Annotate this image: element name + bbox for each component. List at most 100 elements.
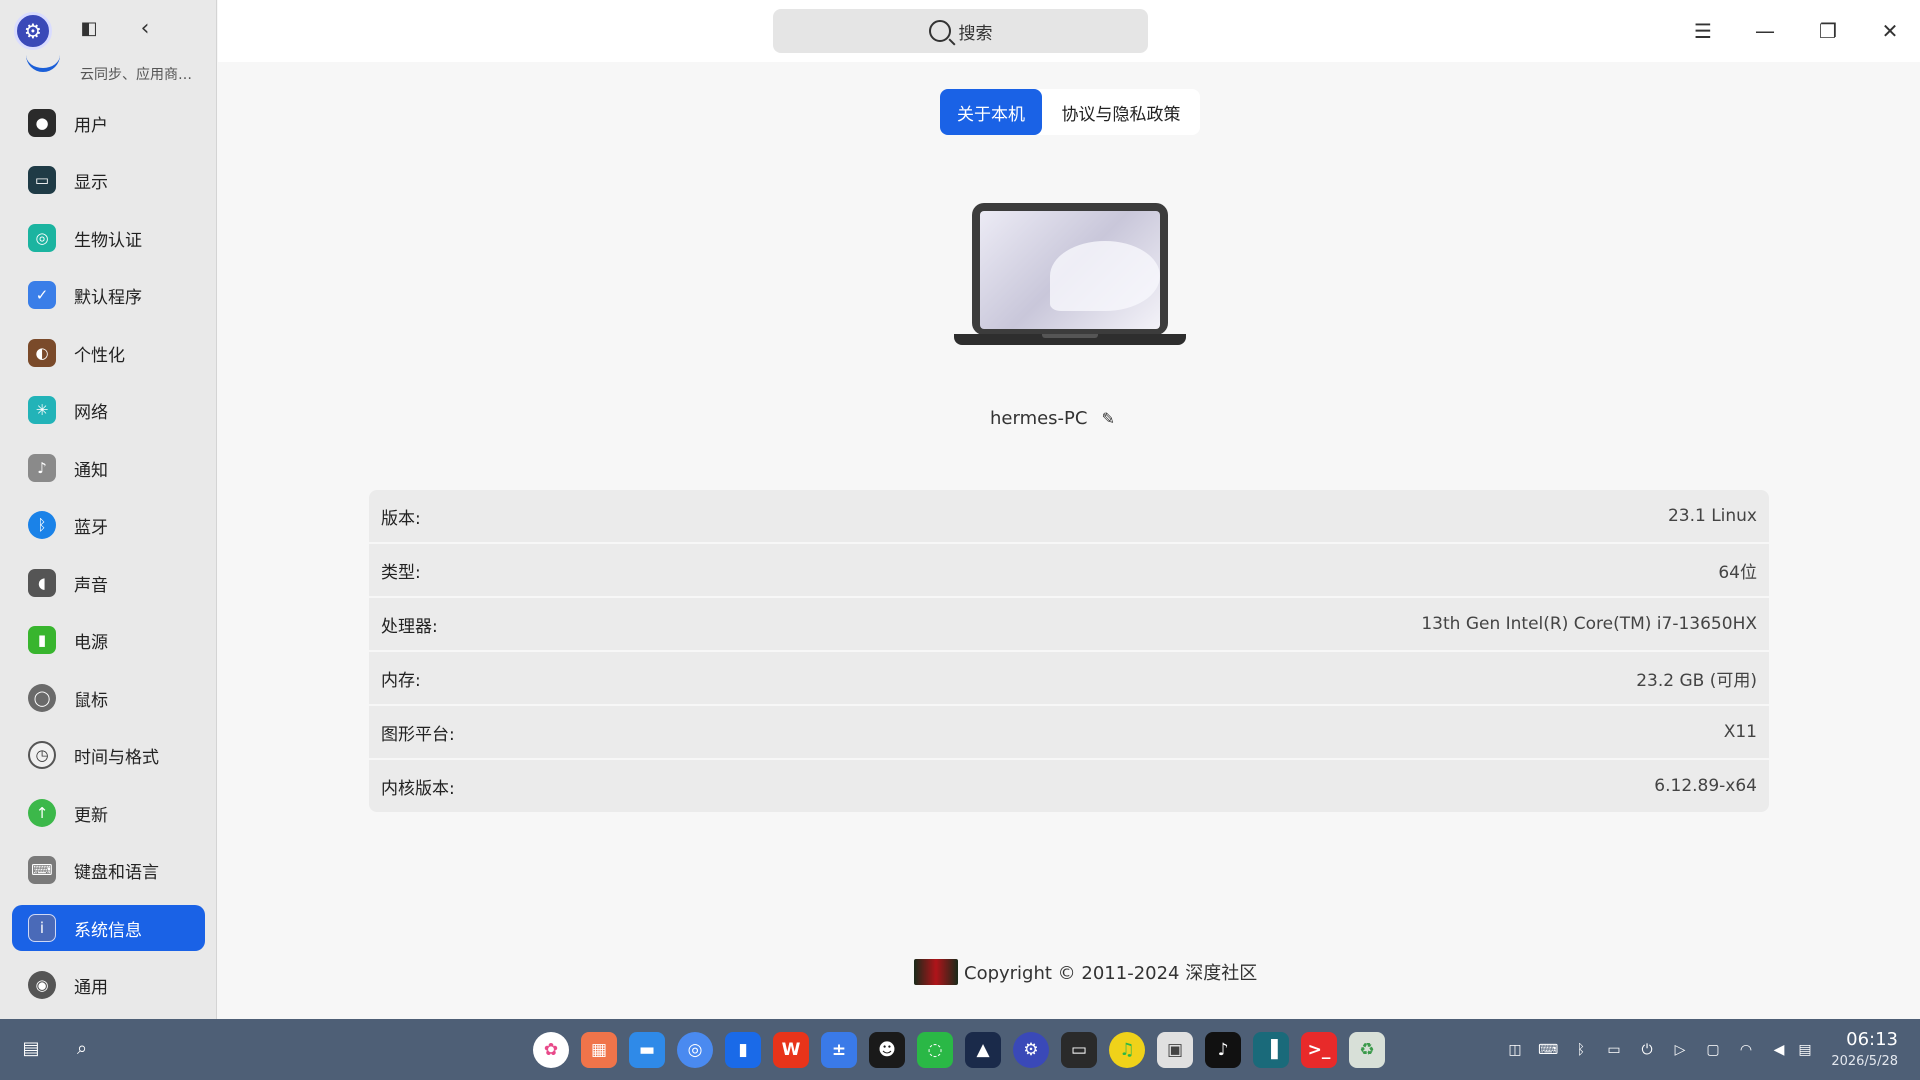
- browser-icon[interactable]: ◎: [677, 1032, 713, 1068]
- multitask-icon[interactable]: ▦: [581, 1032, 617, 1068]
- tab-about[interactable]: 关于本机: [940, 89, 1042, 135]
- copyright-text: Copyright © 2011-2024 深度社区: [964, 963, 1258, 984]
- sidebar-item-label: 个性化: [74, 345, 125, 366]
- sidebar-toggle-icon[interactable]: ◧: [78, 18, 100, 40]
- tray-power-icon[interactable]: ⏻: [1637, 1040, 1657, 1060]
- clock-date[interactable]: 2026/5/28: [1818, 1054, 1898, 1069]
- launcher-icon[interactable]: ✿: [533, 1032, 569, 1068]
- sidebar-item-keyboard[interactable]: ⌨ 键盘和语言: [12, 847, 205, 893]
- sidebar-item-label: 键盘和语言: [74, 862, 159, 883]
- sidebar: ⚙ ◧ ‹ 云同步、应用商… ● 用户 ▭ 显示 ◎ 生物认证 ✓ 默认程序 ◐…: [0, 0, 217, 1019]
- sidebar-item-label: 电源: [74, 632, 108, 653]
- trash-icon[interactable]: ♻: [1349, 1032, 1385, 1068]
- wps-icon[interactable]: W: [773, 1032, 809, 1068]
- sidebar-item-power[interactable]: ▮ 电源: [12, 617, 205, 663]
- vector-icon[interactable]: ▲: [965, 1032, 1001, 1068]
- tray-volume-icon[interactable]: ◀: [1769, 1040, 1789, 1060]
- restore-icon[interactable]: ❐: [1816, 19, 1840, 43]
- settings-icon[interactable]: ⚙: [1013, 1032, 1049, 1068]
- info-icon: i: [28, 914, 56, 942]
- tray-wifi-icon[interactable]: ◠: [1736, 1040, 1756, 1060]
- laptop-illustration: [954, 203, 1186, 345]
- speaker-icon: ◖: [28, 569, 56, 597]
- info-row-version: 版本: 23.1 Linux: [369, 490, 1769, 542]
- terminal-figure-icon[interactable]: ☻: [869, 1032, 905, 1068]
- clock-time[interactable]: 06:13: [1838, 1029, 1898, 1050]
- info-key: 处理器:: [381, 616, 438, 637]
- tray-keyboard-icon[interactable]: ⌨: [1538, 1040, 1558, 1060]
- remote-terminal-icon[interactable]: >_: [1301, 1032, 1337, 1068]
- copyright: Copyright © 2011-2024 深度社区: [914, 958, 1257, 986]
- sidebar-item-system-info[interactable]: i 系统信息: [12, 905, 205, 951]
- back-icon[interactable]: ‹: [134, 18, 156, 40]
- close-icon[interactable]: ✕: [1878, 19, 1902, 43]
- user-icon: ●: [28, 109, 56, 137]
- qq-music-icon[interactable]: ♫: [1109, 1032, 1145, 1068]
- tray-play-icon[interactable]: ▷: [1670, 1040, 1690, 1060]
- sidebar-item-biometric[interactable]: ◎ 生物认证: [12, 215, 205, 261]
- titlebar: 搜索 ☰ — ❐ ✕: [218, 0, 1920, 62]
- info-value: 64位: [1718, 562, 1757, 583]
- sidebar-item-default-apps[interactable]: ✓ 默认程序: [12, 272, 205, 318]
- sidebar-item-label: 通知: [74, 460, 108, 481]
- minimize-icon[interactable]: —: [1753, 19, 1777, 43]
- sidebar-item-general[interactable]: ◉ 通用: [12, 962, 205, 1008]
- sidebar-item-users[interactable]: ● 用户: [12, 100, 205, 146]
- sidebar-item-label: 鼠标: [74, 690, 108, 711]
- system-info-table: 版本: 23.1 Linux 类型: 64位 处理器: 13th Gen Int…: [369, 490, 1769, 814]
- control-center-logo-icon: ⚙: [14, 12, 52, 50]
- sidebar-item-label: 生物认证: [74, 230, 142, 251]
- tray-graphics-icon[interactable]: ◫: [1505, 1040, 1525, 1060]
- calculator-icon[interactable]: ±: [821, 1032, 857, 1068]
- app-store-icon[interactable]: ▮: [725, 1032, 761, 1068]
- edit-pencil-icon[interactable]: ✎: [1101, 409, 1114, 428]
- monitor-icon: ▭: [28, 166, 56, 194]
- sidebar-item-update[interactable]: ↑ 更新: [12, 790, 205, 836]
- sidebar-item-label: 声音: [74, 575, 108, 596]
- sidebar-item-label: 默认程序: [74, 287, 142, 308]
- clock-icon: ◷: [28, 741, 56, 769]
- sidebar-item-network[interactable]: ✳ 网络: [12, 387, 205, 433]
- update-icon: ↑: [28, 799, 56, 827]
- cloud-account-icon[interactable]: [26, 48, 60, 72]
- wechat-icon[interactable]: ◌: [917, 1032, 953, 1068]
- tab-privacy[interactable]: 协议与隐私政策: [1042, 89, 1200, 135]
- sidebar-item-label: 蓝牙: [74, 517, 108, 538]
- file-manager-icon[interactable]: ▬: [629, 1032, 665, 1068]
- sidebar-item-bluetooth[interactable]: ᛒ 蓝牙: [12, 502, 205, 548]
- scanner-icon[interactable]: ▭: [1061, 1032, 1097, 1068]
- clipboard-icon[interactable]: ▤: [19, 1037, 43, 1061]
- sidebar-item-personalization[interactable]: ◐ 个性化: [12, 330, 205, 376]
- sidebar-item-display[interactable]: ▭ 显示: [12, 157, 205, 203]
- menu-icon[interactable]: ☰: [1691, 19, 1715, 43]
- tray-notification-icon[interactable]: ▤: [1795, 1040, 1815, 1060]
- info-row-graphics: 图形平台: X11: [369, 706, 1769, 758]
- book-icon[interactable]: ▐: [1253, 1032, 1289, 1068]
- info-value: 6.12.89-x64: [1654, 776, 1757, 796]
- info-key: 图形平台:: [381, 724, 455, 745]
- search-icon: [928, 20, 951, 42]
- sidebar-item-notifications[interactable]: ♪ 通知: [12, 445, 205, 491]
- sidebar-item-label: 通用: [74, 977, 108, 998]
- sidebar-item-label: 系统信息: [74, 920, 142, 941]
- archive-icon[interactable]: ▣: [1157, 1032, 1193, 1068]
- sidebar-item-label: 时间与格式: [74, 747, 159, 768]
- sidebar-item-mouse[interactable]: ◯ 鼠标: [12, 675, 205, 721]
- wallpaper-swoosh: [1050, 241, 1160, 311]
- general-icon: ◉: [28, 971, 56, 999]
- sidebar-item-label: 用户: [74, 115, 108, 136]
- info-key: 类型:: [381, 562, 421, 583]
- sidebar-item-label: 网络: [74, 402, 108, 423]
- tray-battery-icon[interactable]: ▭: [1604, 1040, 1624, 1060]
- mouse-icon: ◯: [28, 684, 56, 712]
- dock-search-icon[interactable]: ⌕: [70, 1037, 94, 1061]
- hostname-text: hermes-PC: [990, 407, 1088, 429]
- tiktok-icon[interactable]: ♪: [1205, 1032, 1241, 1068]
- tray-screenshot-icon[interactable]: ▢: [1703, 1040, 1723, 1060]
- tray-bluetooth-icon[interactable]: ᛒ: [1571, 1040, 1591, 1060]
- sidebar-item-sound[interactable]: ◖ 声音: [12, 560, 205, 606]
- hostname: hermes-PC ✎: [990, 405, 1170, 431]
- sidebar-item-datetime[interactable]: ◷ 时间与格式: [12, 732, 205, 778]
- search-input[interactable]: 搜索: [773, 9, 1148, 53]
- info-row-processor: 处理器: 13th Gen Intel(R) Core(TM) i7-13650…: [369, 598, 1769, 650]
